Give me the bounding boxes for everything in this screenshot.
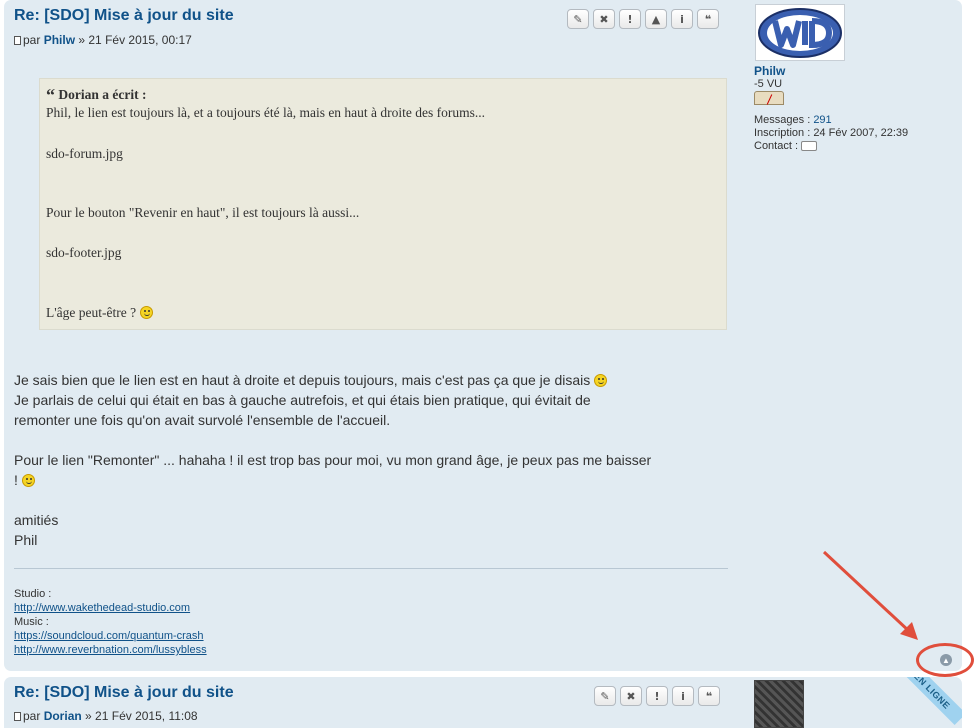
report-button[interactable]: !	[646, 686, 668, 706]
online-ribbon: EN LIGNE	[902, 677, 962, 728]
post-body: Je sais bien que le lien est en haut à d…	[14, 370, 651, 550]
edit-button[interactable]: ✎	[567, 9, 589, 29]
post-document-icon[interactable]	[14, 36, 21, 45]
quote-cite: Dorian a écrit :	[58, 87, 147, 102]
quote-attachment-name: sdo-forum.jpg	[46, 146, 123, 161]
edit-button[interactable]: ✎	[594, 686, 616, 706]
wink-smiley-icon	[139, 306, 153, 319]
post-title[interactable]: Re: [SDO] Mise à jour du site	[14, 684, 234, 702]
signature-link[interactable]: http://www.wakethedead-studio.com	[14, 602, 190, 614]
signature: Studio : http://www.wakethedead-studio.c…	[14, 587, 207, 657]
body-text: Pour le lien "Remonter" ... hahaha ! il …	[14, 452, 652, 468]
quote-button[interactable]: ❝	[698, 686, 720, 706]
wink-smiley-icon	[594, 374, 608, 387]
quote-mark-icon: “	[46, 85, 55, 105]
profile-rank: -5 VU	[754, 78, 783, 90]
post-action-buttons: ✎ ✖ ! ▲ i ❝	[567, 9, 719, 29]
post-author-link[interactable]: Philw	[44, 33, 75, 47]
quote-line: Phil, le lien est toujours là, et a touj…	[46, 105, 486, 120]
meta-prefix: par	[23, 33, 41, 47]
online-badge: EN LIGNE	[902, 677, 962, 725]
body-text: !	[14, 472, 18, 488]
body-text: amitiés	[14, 512, 59, 528]
smile-smiley-icon	[21, 474, 35, 487]
inscription-label: Inscription :	[754, 127, 811, 139]
body-text: Je parlais de celui qui était en bas à g…	[14, 392, 591, 408]
info-button[interactable]: i	[671, 9, 693, 29]
signature-link[interactable]: https://soundcloud.com/quantum-crash	[14, 630, 204, 642]
delete-button[interactable]: ✖	[620, 686, 642, 706]
post-author-link[interactable]: Dorian	[44, 709, 82, 723]
quote-button[interactable]: ❝	[697, 9, 719, 29]
post-title[interactable]: Re: [SDO] Mise à jour du site	[14, 7, 234, 25]
signature-divider	[14, 568, 728, 569]
profile-username[interactable]: Philw	[754, 65, 908, 78]
delete-button[interactable]: ✖	[593, 9, 615, 29]
quote-line: Pour le bouton "Revenir en haut", il est…	[46, 205, 360, 220]
post-2: Re: [SDO] Mise à jour du site par Dorian…	[4, 677, 962, 728]
signature-label: Studio :	[14, 588, 52, 600]
body-text: Je sais bien que le lien est en haut à d…	[14, 372, 591, 388]
annotation-arrow	[822, 550, 918, 640]
body-text: Phil	[14, 532, 38, 548]
contact-label: Contact :	[754, 140, 799, 152]
post-date: » 21 Fév 2015, 11:08	[85, 709, 198, 723]
post-meta: par Philw » 21 Fév 2015, 00:17	[14, 33, 192, 47]
info-button[interactable]: i	[672, 686, 694, 706]
messages-label: Messages :	[754, 114, 811, 126]
vu-meter-icon	[754, 91, 784, 105]
quote-attachment-name: sdo-footer.jpg	[46, 245, 122, 260]
contact-icon[interactable]	[801, 141, 818, 151]
profile-block: Philw -5 VU Messages : 291 Inscription :…	[754, 65, 908, 153]
post-meta: par Dorian » 21 Fév 2015, 11:08	[14, 709, 198, 723]
signature-label: Music :	[14, 616, 49, 628]
post-action-buttons: ✎ ✖ ! i ❝	[594, 686, 720, 706]
avatar[interactable]	[755, 4, 845, 61]
warn-button[interactable]: ▲	[645, 9, 667, 29]
post-date: » 21 Fév 2015, 00:17	[78, 33, 192, 47]
meta-prefix: par	[23, 709, 41, 723]
annotation-circle	[916, 643, 974, 677]
quote-block: “ Dorian a écrit : Phil, le lien est tou…	[39, 78, 727, 330]
body-text: remonter une fois qu'on avait survolé l'…	[14, 412, 391, 428]
inscription-date: 24 Fév 2007, 22:39	[813, 127, 909, 139]
quote-line: L'âge peut-être ?	[46, 305, 137, 320]
avatar[interactable]	[754, 680, 804, 728]
signature-link[interactable]: http://www.reverbnation.com/lussybless	[14, 644, 207, 656]
post-document-icon[interactable]	[14, 712, 21, 721]
messages-count-link[interactable]: 291	[813, 114, 831, 126]
report-button[interactable]: !	[619, 9, 641, 29]
